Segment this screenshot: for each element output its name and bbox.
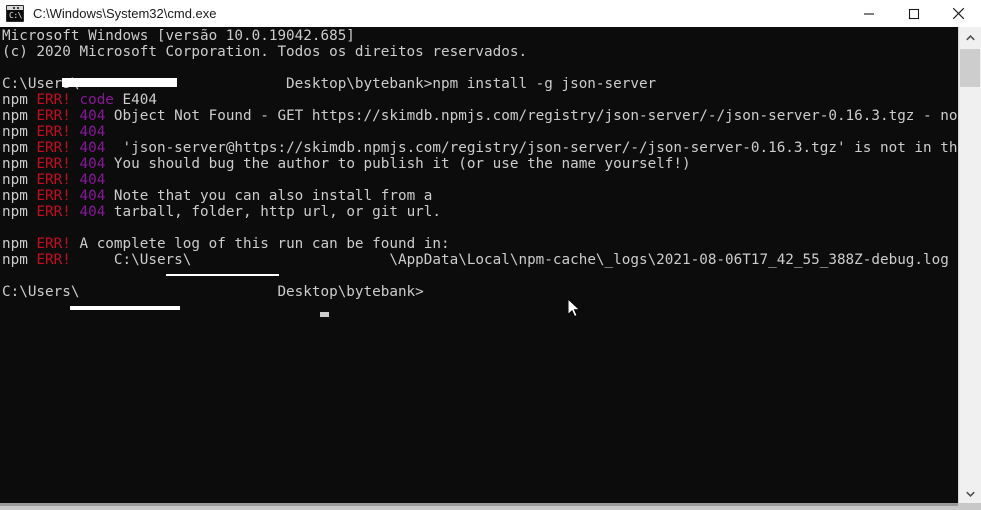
console-segment: ERR! (36, 172, 80, 188)
console-segment: npm (2, 252, 37, 268)
console-segment: You should bug the author to publish it … (113, 156, 691, 172)
console-segment: ERR! (36, 124, 80, 140)
username-redaction-bar-1 (62, 78, 177, 87)
console-line: npm ERR! 404 'json-server@https://skimdb… (2, 140, 958, 156)
console-line: npm ERR! code E404 (2, 92, 958, 108)
console-segment: ERR! (36, 156, 80, 172)
console-segment: 404 (79, 204, 114, 220)
console-segment: C:\Users\ Desktop\bytebank> (2, 284, 424, 300)
titlebar-left: C:\ C:\Windows\System32\cmd.exe (0, 5, 846, 22)
window-bottom-edge (0, 503, 981, 510)
console-line: npm ERR! 404 Object Not Found - GET http… (2, 108, 958, 124)
console-segment: A complete log of this run can be found … (79, 236, 450, 252)
console-segment: npm (2, 188, 37, 204)
console-segment: 404 (79, 156, 114, 172)
console-line: npm ERR! 404 (2, 172, 958, 188)
console-line: npm ERR! 404 tarball, folder, http url, … (2, 204, 958, 220)
console-segment: npm (2, 172, 37, 188)
console-line: npm ERR! A complete log of this run can … (2, 236, 958, 252)
console-segment: 404 (79, 172, 114, 188)
scroll-down-button[interactable] (959, 483, 981, 502)
console-segment: 404 (79, 188, 114, 204)
chevron-up-icon (965, 28, 975, 46)
console-segment: 404 (79, 108, 114, 124)
console-line: npm ERR! 404 You should bug the author t… (2, 156, 958, 172)
console-line: C:\Users\ Desktop\bytebank> (2, 284, 958, 300)
minimize-button[interactable] (846, 0, 891, 27)
console-segment: npm (2, 204, 37, 220)
console-segment: 404 (79, 140, 114, 156)
close-button[interactable] (936, 0, 981, 27)
minimize-icon (863, 8, 875, 20)
close-icon (952, 7, 965, 20)
scroll-up-button[interactable] (959, 27, 981, 46)
console-output-area[interactable]: Microsoft Windows [versão 10.0.19042.685… (0, 27, 958, 503)
console-segment: npm (2, 124, 37, 140)
console-segment: (c) 2020 Microsoft Corporation. Todos os… (2, 44, 528, 60)
console-segment: ERR! (36, 236, 80, 252)
username-redaction-line-3 (70, 306, 180, 310)
console-segment: npm (2, 92, 37, 108)
console-segment: ERR! (36, 108, 80, 124)
console-segment: ERR! (36, 188, 80, 204)
maximize-button[interactable] (891, 0, 936, 27)
console-segment: ERR! (36, 252, 80, 268)
console-segment: 'json-server@https://skimdb.npmjs.com/re… (122, 140, 958, 156)
console-segment: ERR! (36, 92, 80, 108)
console-segment: Note that you can also install from a (113, 188, 433, 204)
cmd-window: C:\ C:\Windows\System32\cmd.exe Microsof… (0, 0, 981, 510)
console-segment: npm (2, 236, 37, 252)
vertical-scrollbar[interactable] (958, 27, 981, 510)
console-segment: ERR! (36, 204, 80, 220)
console-line: npm ERR! 404 (2, 124, 958, 140)
window-controls (846, 0, 981, 27)
scrollbar-track[interactable] (959, 46, 981, 483)
console-segment: tarball, folder, http url, or git url. (113, 204, 442, 220)
console-line: npm ERR! 404 Note that you can also inst… (2, 188, 958, 204)
console-segment: Microsoft Windows [versão 10.0.19042.685… (2, 28, 355, 44)
scrollbar-thumb[interactable] (960, 49, 980, 87)
console-line: (c) 2020 Microsoft Corporation. Todos os… (2, 44, 958, 60)
console-segment: Object Not Found - GET https://skimdb.np… (113, 108, 958, 124)
window-title: C:\Windows\System32\cmd.exe (33, 6, 217, 21)
console-segment: code (79, 92, 123, 108)
window-titlebar[interactable]: C:\ C:\Windows\System32\cmd.exe (0, 0, 981, 27)
text-caret (320, 312, 329, 317)
cmd-console-icon: C:\ (6, 5, 24, 22)
username-redaction-line-2 (166, 274, 279, 276)
console-segment: 404 (79, 124, 114, 140)
console-segment: npm (2, 156, 37, 172)
console-text: Microsoft Windows [versão 10.0.19042.685… (2, 28, 958, 300)
console-segment: C:\Users\ \AppData\Local\npm-cache\_logs… (79, 252, 949, 268)
console-segment: E404 (122, 92, 157, 108)
console-segment: npm (2, 140, 37, 156)
chevron-down-icon (965, 484, 975, 502)
cmd-icon-prompt-text: C:\ (9, 11, 22, 20)
console-line: npm ERR! C:\Users\ \AppData\Local\npm-ca… (2, 252, 958, 268)
console-segment: npm (2, 108, 37, 124)
maximize-icon (908, 8, 920, 20)
console-segment: ERR! (36, 140, 80, 156)
console-line: Microsoft Windows [versão 10.0.19042.685… (2, 28, 958, 44)
